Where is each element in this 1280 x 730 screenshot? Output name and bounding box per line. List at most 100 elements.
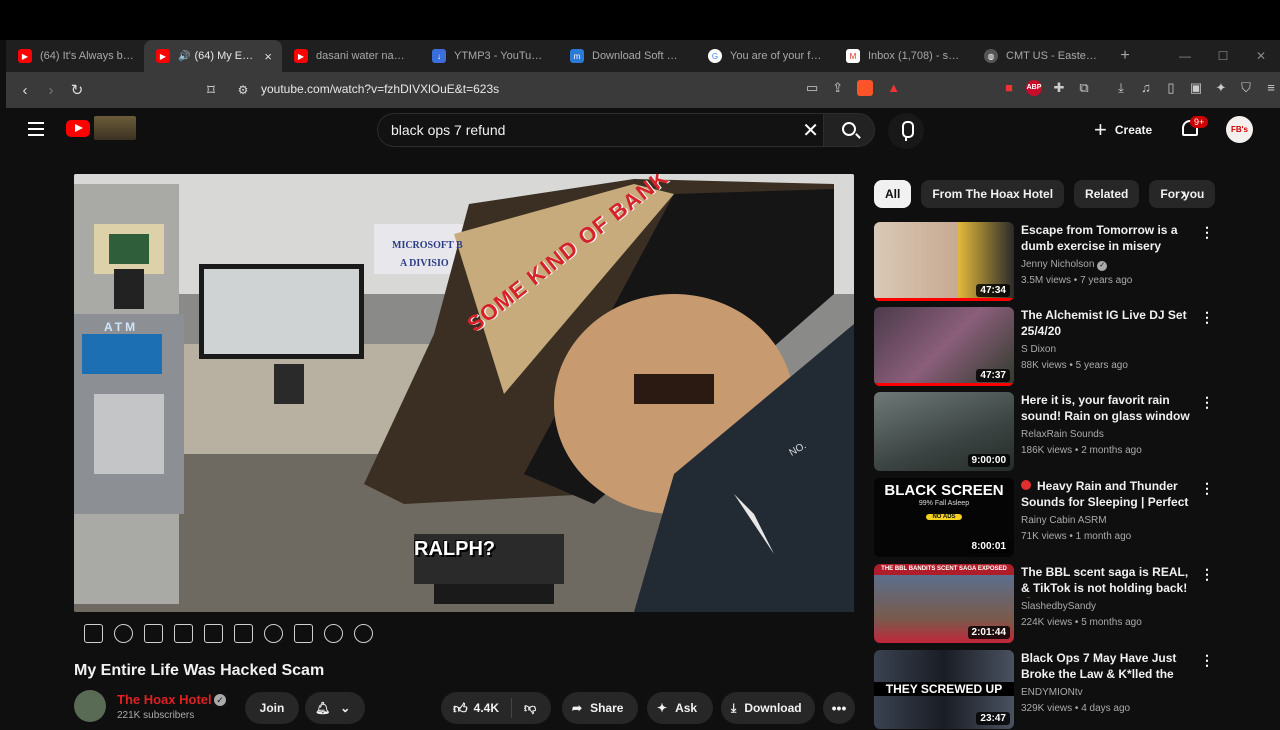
tab-2[interactable]: ▶ dasani water nasty - YouTube xyxy=(282,40,420,72)
create-button[interactable]: + Create xyxy=(1094,114,1162,146)
more-icon[interactable]: ⋮ xyxy=(1200,224,1214,241)
extension-1-icon[interactable]: ■ xyxy=(1001,80,1017,96)
like-count[interactable]: 4.4K xyxy=(474,701,499,715)
rec-title[interactable]: Black Ops 7 May Have Just Broke the Law … xyxy=(1021,650,1196,684)
new-tab-button[interactable]: + xyxy=(1110,47,1140,65)
zoom-icon[interactable] xyxy=(294,624,313,643)
more-icon[interactable]: ⋮ xyxy=(1200,480,1214,497)
voice-search-icon[interactable] xyxy=(888,113,924,149)
channel-avatar[interactable] xyxy=(74,690,106,722)
list-item[interactable]: THEY SCREWED UP 23:47 Black Ops 7 May Ha… xyxy=(874,650,1254,730)
media-icon[interactable]: ♫ xyxy=(1138,80,1154,96)
rec-channel[interactable]: Jenny Nicholson ✓ xyxy=(1021,259,1108,271)
rec-channel[interactable]: S Dixon xyxy=(1021,344,1056,355)
more-icon[interactable]: ⋮ xyxy=(1200,394,1214,411)
wallet-icon[interactable]: ▣ xyxy=(1188,80,1204,96)
share-button[interactable]: ➦ Share xyxy=(562,692,638,724)
tab-4[interactable]: m Download Soft Machine xyxy=(558,40,696,72)
tab-7[interactable]: ◍ CMT US - Eastern Feed xyxy=(972,40,1110,72)
forward-icon[interactable]: › xyxy=(38,82,64,99)
close-window-icon[interactable]: ✕ xyxy=(1242,40,1280,72)
rec-channel[interactable]: SlashedbySandy xyxy=(1021,601,1096,612)
cast-icon[interactable]: ▭ xyxy=(806,80,818,96)
reload-icon[interactable]: ↻ xyxy=(64,81,90,99)
speed-icon[interactable] xyxy=(264,624,283,643)
share-page-icon[interactable]: ⇪ xyxy=(832,80,843,96)
video-thumbnail[interactable]: 47:34 xyxy=(874,222,1014,301)
tab-5[interactable]: G You are of your father xyxy=(696,40,834,72)
youtube-doodle[interactable] xyxy=(94,116,136,140)
more-icon[interactable]: ⋮ xyxy=(1200,652,1214,669)
rec-title[interactable]: Here it is, your favorit rain sound! Rai… xyxy=(1021,392,1196,426)
download-button[interactable]: ⤓ Download xyxy=(721,692,815,724)
audio-icon[interactable] xyxy=(114,624,133,643)
frame-icon[interactable] xyxy=(234,624,253,643)
extension-2-icon[interactable]: ⧉ xyxy=(1076,80,1092,96)
address-bar-url[interactable]: youtube.com/watch?v=fzhDIVXlOuE&t=623s xyxy=(261,82,499,96)
video-thumbnail[interactable]: 9:00:00 xyxy=(874,392,1014,471)
close-tab-icon[interactable]: × xyxy=(264,49,272,64)
chevron-right-icon[interactable]: › xyxy=(1180,184,1186,205)
tab-6[interactable]: M Inbox (1,708) - sdie29 xyxy=(834,40,972,72)
more-actions-button[interactable]: ••• xyxy=(823,692,855,724)
rec-channel[interactable]: ENDYMIONtv xyxy=(1021,687,1083,698)
chip-from-channel[interactable]: From The Hoax Hotel xyxy=(921,180,1065,208)
chip-all[interactable]: All xyxy=(874,180,912,208)
join-button[interactable]: Join xyxy=(245,692,299,724)
more-icon[interactable]: ⋮ xyxy=(1200,566,1214,583)
video-thumbnail[interactable]: BLACK SCREEN 99% Fall Asleep NO ADS 8:00… xyxy=(874,478,1014,557)
vpn-icon[interactable]: ⛉ xyxy=(1238,80,1254,96)
rec-channel[interactable]: Rainy Cabin ASRM xyxy=(1021,515,1107,526)
site-info-icon[interactable]: ⚙ xyxy=(230,83,256,97)
account-avatar[interactable]: FB's xyxy=(1226,116,1253,143)
list-item[interactable]: BLACK SCREEN 99% Fall Asleep NO ADS 8:00… xyxy=(874,478,1254,558)
tab-3[interactable]: ↓ YTMP3 - YouTube to MP3 xyxy=(420,40,558,72)
rec-title[interactable]: The BBL scent saga is REAL, & TikTok is … xyxy=(1021,564,1196,598)
list-item[interactable]: 9:00:00 Here it is, your favorit rain so… xyxy=(874,392,1254,472)
pip-icon[interactable] xyxy=(204,624,223,643)
subscribed-bell-button[interactable]: 🔔︎ ⌄ xyxy=(305,692,365,724)
more-icon[interactable]: ⋮ xyxy=(1200,309,1214,326)
rec-title[interactable]: Heavy Rain and Thunder Sounds for Sleepi… xyxy=(1021,478,1196,512)
hamburger-menu-icon[interactable] xyxy=(28,122,44,140)
film-icon[interactable] xyxy=(174,624,193,643)
list-item[interactable]: 47:37 The Alchemist IG Live DJ Set 25/4/… xyxy=(874,307,1254,387)
sidebar-icon[interactable]: ▯ xyxy=(1163,80,1179,96)
video-player[interactable]: SOME KIND OF BANK MICROSOFT B A DIVISIO … xyxy=(74,174,854,612)
downloads-icon[interactable]: ⤓ xyxy=(1113,80,1129,96)
ask-button[interactable]: ✦ Ask xyxy=(647,692,713,724)
tab-0[interactable]: ▶ (64) It's Always been You xyxy=(6,40,144,72)
video-thumbnail[interactable]: THE BBL BANDITS SCENT SAGA EXPOSED 2:01:… xyxy=(874,564,1014,643)
tab-1[interactable]: ▶ 🔊 (64) My Entire × xyxy=(144,40,282,72)
channel-name[interactable]: The Hoax Hotel xyxy=(117,692,212,707)
clear-search-icon[interactable]: ✕ xyxy=(802,118,819,143)
screenshot-icon[interactable] xyxy=(324,624,343,643)
loop-icon[interactable] xyxy=(84,624,103,643)
list-item[interactable]: THE BBL BANDITS SCENT SAGA EXPOSED 2:01:… xyxy=(874,564,1254,644)
search-button[interactable] xyxy=(823,113,875,147)
page-scrollbar[interactable] xyxy=(1272,156,1280,720)
video-thumbnail[interactable]: THEY SCREWED UP 23:47 xyxy=(874,650,1014,729)
like-icon[interactable]: 👍︎ xyxy=(453,700,468,717)
chip-related[interactable]: Related xyxy=(1074,180,1140,208)
menu-icon[interactable]: ≡ xyxy=(1263,80,1279,96)
rewards-icon[interactable]: ▲ xyxy=(887,80,900,96)
adblock-icon[interactable]: ABP xyxy=(1026,80,1042,96)
bookmark-icon[interactable]: ⌑ xyxy=(198,81,224,99)
maximize-icon[interactable]: ☐ xyxy=(1204,40,1242,72)
settings-gear-icon[interactable] xyxy=(354,624,373,643)
youtube-logo-icon[interactable] xyxy=(66,120,90,137)
leo-icon[interactable]: ✦ xyxy=(1213,80,1229,96)
video-thumbnail[interactable]: 47:37 xyxy=(874,307,1014,386)
brave-shield-icon[interactable] xyxy=(857,80,874,96)
cinema-icon[interactable] xyxy=(144,624,163,643)
rec-title[interactable]: Escape from Tomorrow is a dumb exercise … xyxy=(1021,222,1196,254)
rec-title[interactable]: The Alchemist IG Live DJ Set 25/4/20 xyxy=(1021,307,1196,339)
dislike-icon[interactable]: 👎︎ xyxy=(524,701,536,716)
back-icon[interactable]: ‹ xyxy=(12,82,38,99)
list-item[interactable]: 47:34 Escape from Tomorrow is a dumb exe… xyxy=(874,222,1254,302)
puzzle-icon[interactable]: ✚ xyxy=(1051,80,1067,96)
minimize-icon[interactable]: — xyxy=(1166,40,1204,72)
rec-channel[interactable]: RelaxRain Sounds xyxy=(1021,429,1104,440)
speaker-icon[interactable]: 🔊 xyxy=(178,51,190,62)
